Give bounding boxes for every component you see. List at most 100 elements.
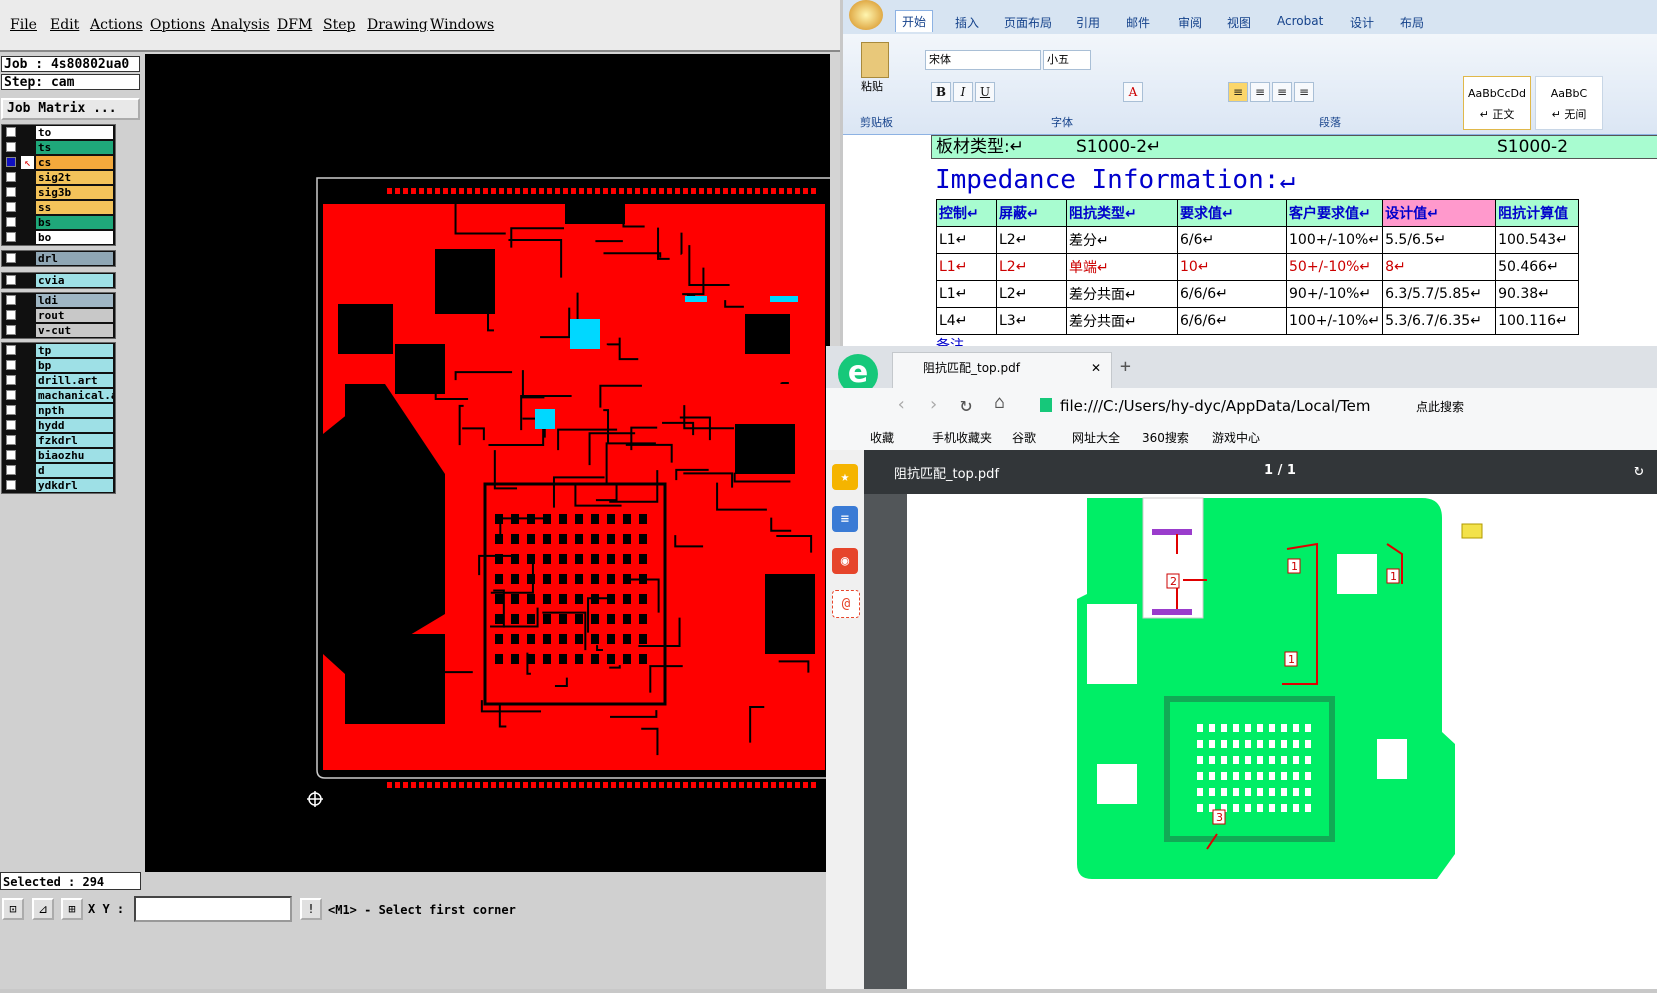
search-hint[interactable]: 点此搜索 [1416,398,1464,415]
tab-references[interactable]: 引用 [1076,14,1100,31]
layer-row[interactable]: ydkdrl [2,478,115,493]
layer-checkbox[interactable] [6,325,16,335]
layer-row[interactable]: ↖ cs [2,155,115,170]
layer-row[interactable]: sig3b [2,185,115,200]
bookmark-google[interactable]: 谷歌 [1012,429,1036,446]
warning-button[interactable]: ! [300,898,322,920]
bookmark-games[interactable]: 游戏中心 [1212,429,1260,446]
layer-row[interactable]: bs [2,215,115,230]
mail-icon[interactable]: @ [832,590,860,618]
rotate-icon[interactable]: ↻ [1634,460,1644,479]
layer-checkbox[interactable] [6,295,16,305]
tab-review[interactable]: 审阅 [1178,14,1202,31]
layer-checkbox[interactable] [6,217,16,227]
url-input[interactable]: file:///C:/Users/hy-dyc/AppData/Local/Te… [1060,394,1420,418]
favorites-star-icon[interactable]: ★ [832,464,858,490]
tab-mailings[interactable]: 邮件 [1126,14,1150,31]
new-tab-icon[interactable]: + [1120,356,1131,377]
menu-actions[interactable]: Actions [90,17,143,33]
align-left-button[interactable]: ≡ [1228,82,1248,102]
layer-row[interactable]: to [2,125,115,140]
layer-checkbox[interactable] [6,310,16,320]
layer-row[interactable]: ss [2,200,115,215]
layer-checkbox[interactable] [6,202,16,212]
style-normal[interactable]: AaBbCcDd ↵ 正文 [1463,76,1531,130]
menu-step[interactable]: Step [323,17,355,33]
layer-checkbox[interactable] [6,435,16,445]
layer-row[interactable]: drill.art [2,373,115,388]
layer-checkbox[interactable] [6,375,16,385]
style-no-spacing[interactable]: AaBbC ↵ 无间 [1535,76,1603,130]
bookmark-360search[interactable]: 360搜索 [1142,429,1189,446]
font-size-combo[interactable]: 小五 [1043,50,1091,70]
layer-checkbox[interactable] [6,187,16,197]
font-color-button[interactable]: A [1123,82,1143,102]
menu-dfm[interactable]: DFM [277,17,312,33]
job-matrix-button[interactable]: Job Matrix ... [1,98,140,120]
tab-insert[interactable]: 插入 [955,14,979,31]
weibo-icon[interactable]: ◉ [832,548,858,574]
layer-row[interactable]: machanical.a [2,388,115,403]
layer-row[interactable]: d [2,463,115,478]
forward-icon[interactable]: › [928,394,939,415]
layer-checkbox[interactable] [6,345,16,355]
layer-row[interactable]: tp [2,343,115,358]
layer-checkbox[interactable] [6,450,16,460]
layer-checkbox[interactable] [6,232,16,242]
menu-drawing[interactable]: Drawing [367,17,428,33]
layer-row[interactable]: sig2t [2,170,115,185]
close-tab-icon[interactable]: ✕ [1091,353,1101,383]
tab-home[interactable]: 开始 [895,10,934,32]
bold-button[interactable]: B [931,82,951,102]
layer-row[interactable]: ts [2,140,115,155]
layer-row[interactable]: biaozhu [2,448,115,463]
menu-file[interactable]: File [10,17,37,33]
layer-row[interactable]: cvia [2,273,115,288]
menu-windows[interactable]: Windows [430,17,494,33]
tab-design[interactable]: 设计 [1350,14,1374,31]
xy-input[interactable] [134,896,292,922]
reader-icon[interactable]: ≡ [832,506,858,532]
layer-checkbox[interactable] [6,465,16,475]
measure-tool-button[interactable]: ⊿ [32,898,54,920]
layer-checkbox[interactable] [6,405,16,415]
layer-checkbox[interactable] [6,142,16,152]
font-name-combo[interactable]: 宋体 [925,50,1041,70]
tab-layout[interactable]: 布局 [1400,14,1424,31]
layer-row[interactable]: hydd [2,418,115,433]
layer-row[interactable]: bp [2,358,115,373]
layer-row[interactable]: npth [2,403,115,418]
tab-acrobat[interactable]: Acrobat [1277,14,1323,28]
pdf-viewer[interactable]: 1 1 1 2 3 [864,494,1657,989]
italic-button[interactable]: I [953,82,973,102]
layer-row[interactable]: drl [2,251,115,266]
office-button-icon[interactable] [849,0,883,30]
align-right-button[interactable]: ≡ [1272,82,1292,102]
bookmark-sites[interactable]: 网址大全 [1072,429,1120,446]
layer-row[interactable]: fzkdrl [2,433,115,448]
bookmark-mobile[interactable]: 手机收藏夹 [932,429,992,446]
back-icon[interactable]: ‹ [896,394,907,415]
layer-row[interactable]: rout [2,308,115,323]
layer-checkbox[interactable] [6,172,16,182]
zoom-tool-button[interactable]: ⊡ [2,898,24,920]
layer-checkbox[interactable] [6,420,16,430]
reload-icon[interactable]: ↻ [960,392,972,416]
layer-checkbox[interactable] [6,275,16,285]
layer-checkbox[interactable] [6,127,16,137]
menu-analysis[interactable]: Analysis [211,17,270,33]
bookmark-favorites[interactable]: 收藏 [870,429,894,446]
tab-view[interactable]: 视图 [1227,14,1251,31]
tab-page-layout[interactable]: 页面布局 [1004,14,1052,31]
menu-options[interactable]: Options [150,17,205,33]
browser-tab[interactable]: 阻抗匹配_top.pdf ✕ [892,352,1112,388]
word-document[interactable]: 板材类型:↵ S1000-2↵ S1000-2 Impedance Inform… [843,135,1657,348]
layer-checkbox[interactable] [6,253,16,263]
layer-checkbox[interactable] [6,480,16,490]
layer-checkbox[interactable] [6,157,16,167]
layer-row[interactable]: ldi [2,293,115,308]
justify-button[interactable]: ≡ [1294,82,1314,102]
layer-checkbox[interactable] [6,360,16,370]
grid-tool-button[interactable]: ⊞ [61,898,83,920]
align-center-button[interactable]: ≡ [1250,82,1270,102]
